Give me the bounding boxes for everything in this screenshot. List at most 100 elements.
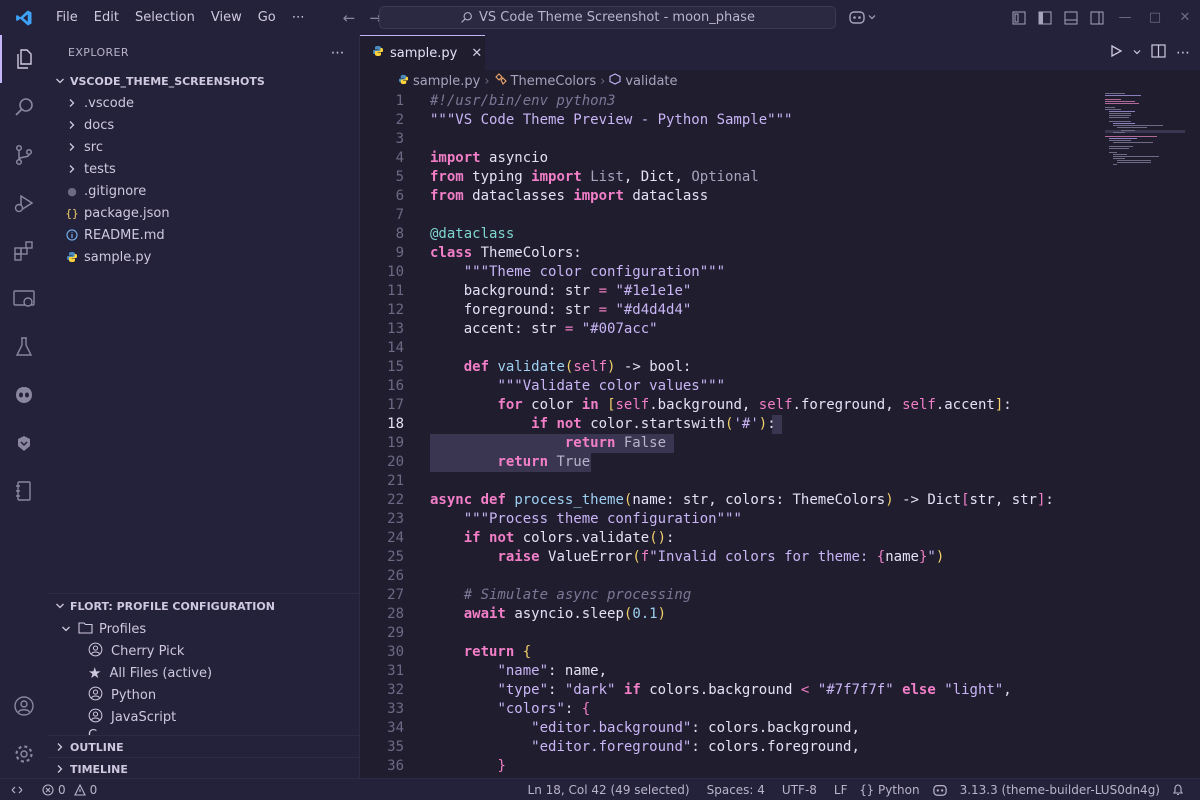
tree-folder-tests[interactable]: tests: [48, 158, 359, 180]
problems-indicator[interactable]: 0 0: [42, 783, 97, 797]
extensions-icon: [14, 241, 33, 261]
copilot-button[interactable]: [848, 9, 876, 25]
outline-section[interactable]: OUTLINE: [48, 736, 359, 758]
workspace-root-label: VSCODE_THEME_SCREENSHOTS: [70, 74, 265, 88]
profile-item-python[interactable]: Python: [48, 684, 359, 706]
notifications[interactable]: [1172, 783, 1184, 796]
profile-item-javascript[interactable]: JavaScript: [48, 706, 359, 728]
split-editor-icon[interactable]: [1151, 43, 1166, 62]
more-actions-icon[interactable]: ⋯: [331, 45, 345, 61]
toggle-panel-icon[interactable]: [1058, 0, 1084, 35]
timeline-section[interactable]: TIMELINE: [48, 758, 359, 780]
tree-item-label: README.md: [84, 227, 165, 243]
tree-item-label: docs: [84, 117, 115, 133]
menu-selection[interactable]: Selection: [127, 0, 203, 35]
code-line: 6 from dataclasses import dataclass: [395, 188, 709, 204]
toggle-secondary-sidebar-icon[interactable]: [1084, 0, 1110, 35]
info-icon: [66, 229, 78, 241]
account-icon: [88, 708, 103, 727]
warning-count: 0: [89, 782, 98, 797]
cursor-position[interactable]: Ln 18, Col 42 (49 selected): [528, 783, 690, 797]
profile-item-all-files[interactable]: ★ All Files (active): [48, 662, 359, 684]
back-arrow-icon[interactable]: ←: [343, 9, 356, 27]
menu-go[interactable]: Go: [250, 0, 284, 35]
tree-folder-vscode[interactable]: .vscode: [48, 92, 359, 114]
tree-folder-docs[interactable]: docs: [48, 114, 359, 136]
tree-file-gitignore[interactable]: ● .gitignore: [48, 180, 359, 202]
breadcrumb-file[interactable]: sample.py: [413, 74, 480, 89]
workspace-root[interactable]: VSCODE_THEME_SCREENSHOTS: [48, 70, 359, 92]
tree-file-readme[interactable]: README.md: [48, 224, 359, 246]
code-editor[interactable]: 1 #!/usr/bin/env python3 2 """VS Code Them…: [360, 92, 1200, 778]
flort-activity[interactable]: [0, 419, 48, 467]
code-line: 28 await asyncio.sleep(0.1): [387, 606, 667, 622]
run-python-icon[interactable]: [1109, 44, 1123, 62]
breadcrumb-method[interactable]: validate: [625, 74, 677, 89]
maximize-icon[interactable]: □: [1140, 0, 1170, 35]
code-line: 30 return {: [387, 644, 532, 660]
remote-explorer-activity[interactable]: [0, 275, 48, 323]
search-activity[interactable]: [0, 83, 48, 131]
encoding[interactable]: UTF-8: [782, 783, 817, 797]
toggle-primary-sidebar-icon[interactable]: [1032, 0, 1058, 35]
code-line: 5 from typing import List, Dict, Optional: [395, 169, 759, 185]
chevron-right-icon: [66, 120, 78, 130]
chevron-down-icon[interactable]: [1133, 45, 1141, 60]
python-icon: [398, 74, 409, 89]
code-line: 11 background: str = "#1e1e1e": [387, 283, 692, 299]
tree-file-package-json[interactable]: {} package.json: [48, 202, 359, 224]
minimize-icon[interactable]: —: [1110, 0, 1140, 35]
tree-file-sample-py[interactable]: sample.py: [48, 246, 359, 268]
python-interpreter[interactable]: 3.13.3 (theme-builder-LUS0dn4g): [960, 783, 1160, 797]
profiles-folder[interactable]: Profiles: [48, 618, 359, 640]
code-line: 32 "type": "dark" if colors.background <…: [387, 682, 1012, 698]
tree-item-label: .gitignore: [84, 183, 147, 199]
profile-item-cherry-pick[interactable]: Cherry Pick: [48, 640, 359, 662]
extensions-activity[interactable]: [0, 227, 48, 275]
code-line: 25 raise ValueError(f"Invalid colors for…: [387, 549, 945, 565]
close-window-icon[interactable]: ✕: [1170, 0, 1200, 35]
code-line: 12 foreground: str = "#d4d4d4": [387, 302, 692, 318]
copilot-status[interactable]: [932, 783, 948, 797]
customize-layout-icon[interactable]: [1006, 0, 1032, 35]
end-of-line[interactable]: LF: [834, 783, 848, 797]
flort-profile-section[interactable]: FLORT: PROFILE CONFIGURATION: [48, 594, 359, 618]
command-center[interactable]: VS Code Theme Screenshot - moon_phase: [379, 6, 836, 29]
chevron-down-icon: [54, 76, 66, 86]
tab-sample-py[interactable]: sample.py ✕: [360, 35, 485, 70]
menu-more[interactable]: ⋯: [284, 0, 313, 35]
method-icon: [609, 73, 621, 89]
remote-explorer-icon: [13, 290, 35, 307]
code-line: 3: [395, 131, 404, 147]
language-text: Python: [877, 782, 920, 797]
class-icon: [494, 73, 507, 89]
run-debug-activity[interactable]: [0, 179, 48, 227]
profile-label: Cherry Pick: [111, 643, 185, 659]
tree-item-label: .vscode: [84, 95, 134, 111]
source-control-activity[interactable]: [0, 131, 48, 179]
testing-activity[interactable]: [0, 323, 48, 371]
notebook-activity[interactable]: [0, 467, 48, 515]
json-icon: {}: [65, 206, 79, 220]
menu-view[interactable]: View: [203, 0, 250, 35]
code-line: 19 return False: [387, 435, 667, 451]
minimap[interactable]: [1105, 92, 1185, 212]
close-tab-icon[interactable]: ✕: [471, 46, 482, 61]
indentation[interactable]: Spaces: 4: [707, 783, 765, 797]
tree-item-label: src: [84, 139, 103, 155]
chevron-right-icon: [66, 142, 78, 152]
platformio-activity[interactable]: [0, 371, 48, 419]
breadcrumb-class[interactable]: ThemeColors: [511, 74, 597, 89]
menu-file[interactable]: File: [48, 0, 86, 35]
chevron-down-icon: [54, 601, 66, 611]
tree-folder-src[interactable]: src: [48, 136, 359, 158]
gitignore-icon: ●: [67, 184, 77, 198]
manage-activity[interactable]: [0, 730, 48, 778]
more-actions-icon[interactable]: ⋯: [1176, 45, 1190, 61]
language-mode[interactable]: {} Python: [860, 783, 920, 797]
code-line: 22 async def process_theme(name: str, col…: [387, 492, 1054, 508]
accounts-activity[interactable]: [0, 682, 48, 730]
remote-indicator[interactable]: [0, 784, 34, 796]
menu-edit[interactable]: Edit: [86, 0, 127, 35]
explorer-activity[interactable]: [0, 35, 48, 83]
